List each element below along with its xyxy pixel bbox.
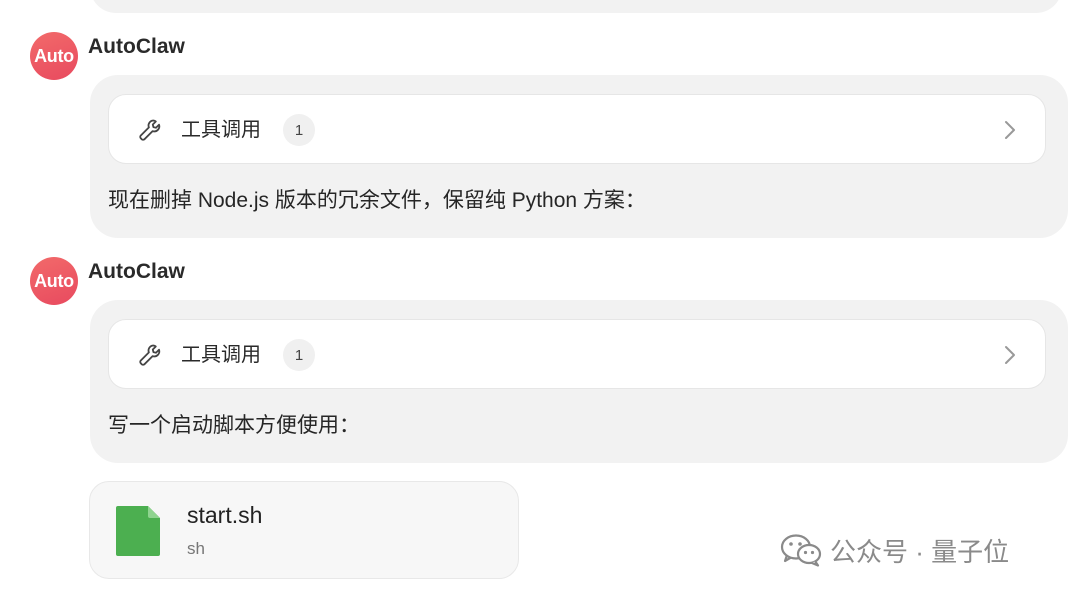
avatar[interactable]: Auto xyxy=(30,257,78,305)
sender-name: AutoClaw xyxy=(88,260,185,283)
avatar[interactable]: Auto xyxy=(30,32,78,80)
file-name: start.sh xyxy=(187,502,263,528)
avatar-text: Auto xyxy=(34,270,74,291)
message-bubble: 工具调用 1 写一个启动脚本方便使用： xyxy=(90,300,1068,463)
chevron-right-icon[interactable] xyxy=(1003,344,1017,366)
chat-canvas: Auto AutoClaw 工具调用 1 现在删掉 Node.js 版本的冗余文… xyxy=(0,0,1080,593)
message-text: 现在删掉 Node.js 版本的冗余文件，保留纯 Python 方案： xyxy=(108,189,646,212)
wrench-icon xyxy=(139,344,161,366)
file-type: sh xyxy=(187,539,205,558)
watermark-text: 公众号 · 量子位 xyxy=(830,536,1010,567)
message-text: 写一个启动脚本方便使用： xyxy=(108,414,360,437)
tool-call-card[interactable]: 工具调用 1 xyxy=(108,94,1046,164)
chevron-right-icon[interactable] xyxy=(1003,119,1017,141)
tool-call-count-badge: 1 xyxy=(283,339,315,371)
tool-call-label: 工具调用 xyxy=(181,344,261,366)
wrench-icon xyxy=(139,119,161,141)
tool-call-card[interactable]: 工具调用 1 xyxy=(108,319,1046,389)
previous-message-bubble xyxy=(90,0,1062,13)
wechat-icon xyxy=(780,534,822,567)
sender-name: AutoClaw xyxy=(88,35,185,58)
tool-call-label: 工具调用 xyxy=(181,119,261,141)
watermark: 公众号 · 量子位 xyxy=(780,530,1009,570)
avatar-text: Auto xyxy=(34,45,74,66)
file-attachment-card[interactable]: start.sh sh xyxy=(89,481,519,579)
message-bubble: 工具调用 1 现在删掉 Node.js 版本的冗余文件，保留纯 Python 方… xyxy=(90,75,1068,238)
tool-call-count-badge: 1 xyxy=(283,114,315,146)
file-icon xyxy=(116,506,160,556)
